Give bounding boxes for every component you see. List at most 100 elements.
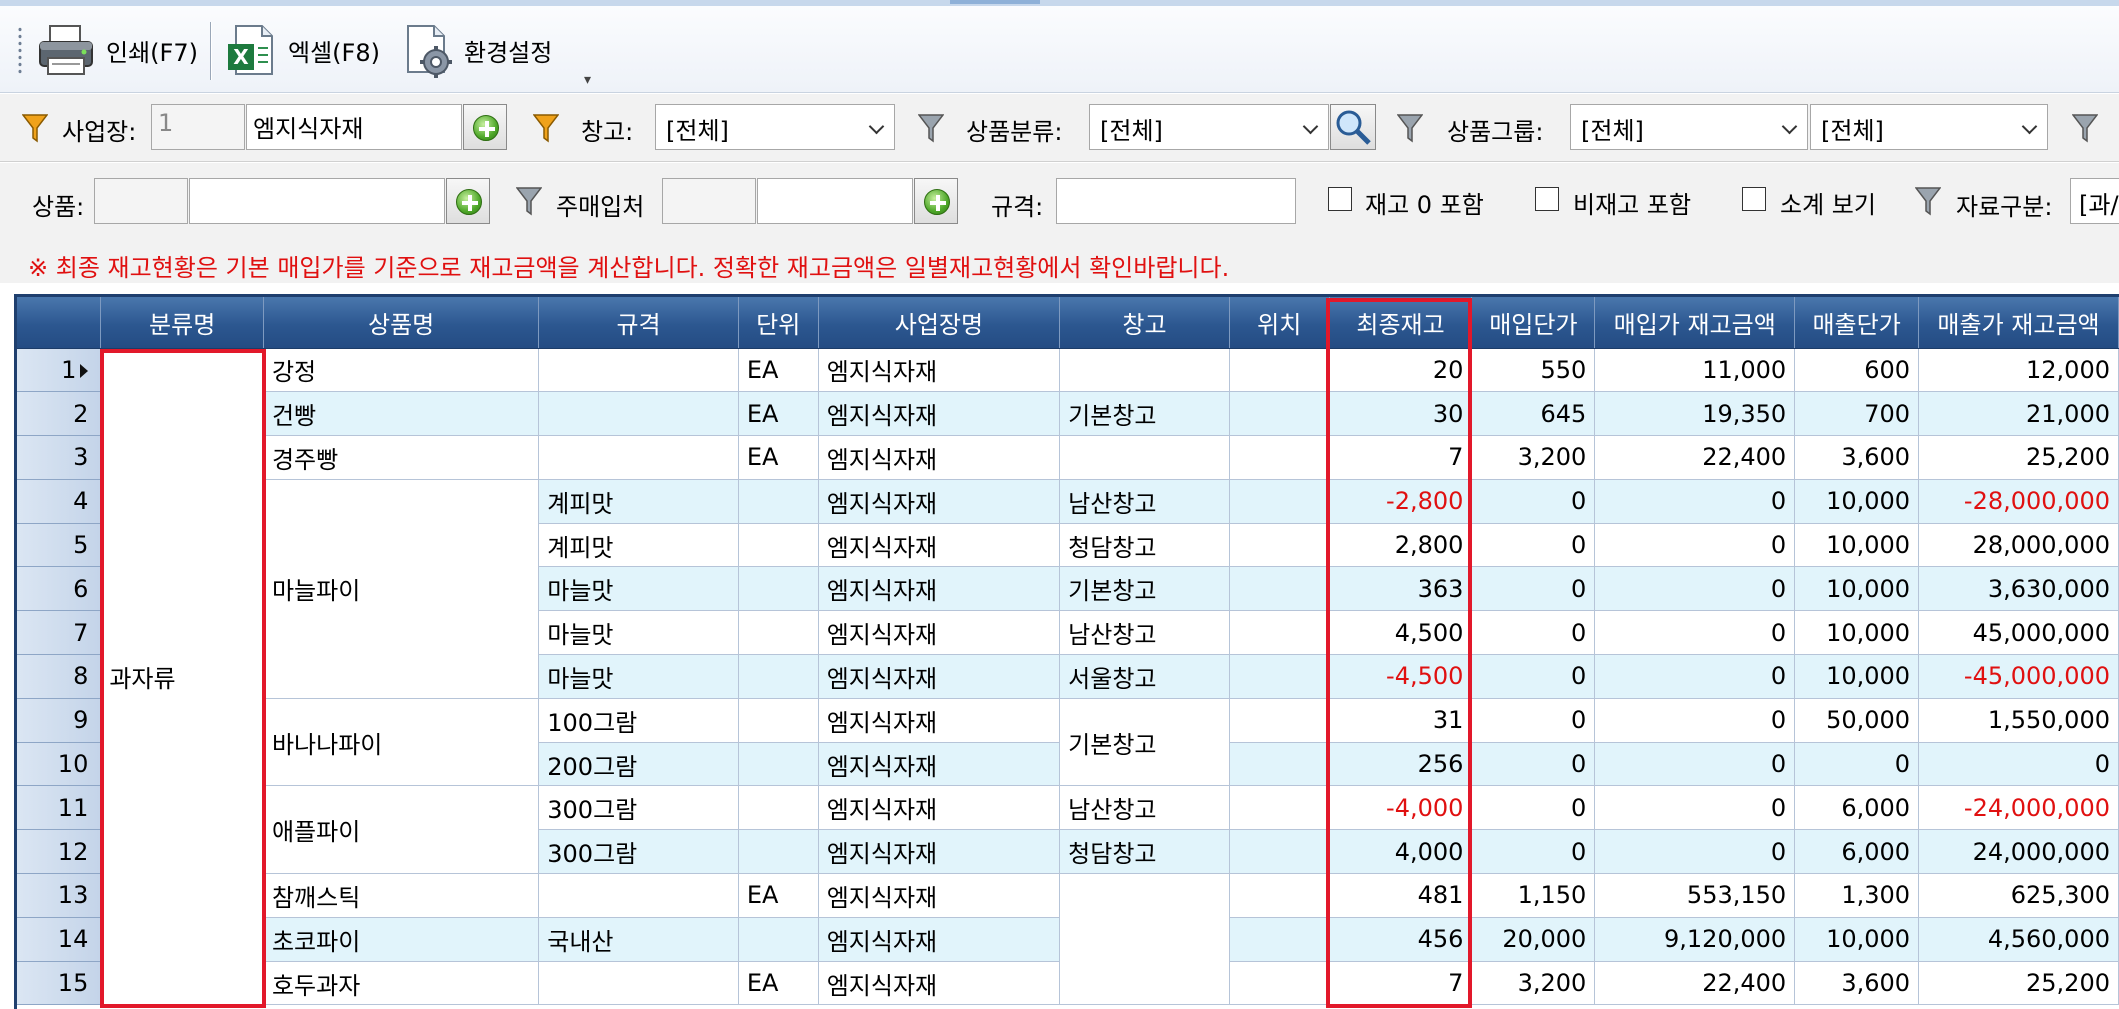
buy-amount-cell[interactable]: 19,350 [1594,391,1796,437]
warehouse-cell[interactable]: 청담창고 [1059,523,1230,568]
group-select-1[interactable]: [전체] [1570,104,1808,150]
unit-cell[interactable] [738,654,819,699]
buy-amount-cell[interactable]: 0 [1594,610,1796,656]
buy-price-cell[interactable]: 0 [1471,742,1596,787]
location-cell[interactable] [1229,654,1330,699]
category-select[interactable]: [전체] [1089,104,1329,150]
unit-cell[interactable]: EA [738,348,819,393]
final-stock-cell[interactable]: 4,500 [1329,610,1473,656]
final-stock-cell[interactable]: 481 [1329,873,1473,918]
buy-amount-cell[interactable]: 11,000 [1594,348,1796,393]
unit-cell[interactable]: EA [738,961,819,1006]
buy-price-cell[interactable]: 0 [1471,654,1596,699]
col-header[interactable]: 매입가 재고금액 [1594,297,1796,349]
col-header[interactable]: 상품명 [263,297,540,349]
spec-cell[interactable]: 마늘맛 [538,654,739,699]
final-stock-cell[interactable]: -2,800 [1329,479,1473,524]
sell-amount-cell[interactable]: 3,630,000 [1918,566,2119,612]
spec-cell[interactable]: 국내산 [538,917,739,962]
warehouse-cell[interactable] [1059,873,1230,1006]
warehouse-cell[interactable]: 서울창고 [1059,654,1230,699]
spec-cell[interactable]: 마늘맛 [538,566,739,612]
spec-cell[interactable]: 계피맛 [538,523,739,568]
spec-cell[interactable] [538,435,739,480]
final-stock-cell[interactable]: 30 [1329,391,1473,437]
final-stock-cell[interactable]: -4,000 [1329,785,1473,831]
warehouse-select[interactable]: [전체] [655,104,895,150]
col-header[interactable]: 최종재고 [1329,297,1473,349]
col-header[interactable]: 매출단가 [1794,297,1920,349]
warehouse-cell[interactable]: 기본창고 [1059,391,1230,437]
row-number[interactable]: 12 [17,829,102,875]
row-number[interactable]: 15 [17,961,102,1006]
table-row[interactable]: 3 경주빵 EA 엠지식자재 7 3,200 22,400 3,600 25,200 [17,435,2119,480]
toolbar-overflow-icon[interactable]: ▾ [584,72,591,88]
site-cell[interactable]: 엠지식자재 [818,566,1061,612]
sell-amount-cell[interactable]: 625,300 [1918,873,2119,918]
sell-price-cell[interactable]: 1,300 [1794,873,1920,918]
row-number[interactable]: 11 [17,785,102,831]
final-stock-cell[interactable]: 2,800 [1329,523,1473,568]
sell-amount-cell[interactable]: -45,000,000 [1918,654,2119,699]
row-number[interactable]: 1 [17,348,102,393]
product-name-cell[interactable]: 마늘파이 [263,479,540,699]
row-number[interactable]: 3 [17,435,102,480]
product-name-cell[interactable]: 참깨스틱 [263,873,540,918]
location-cell[interactable] [1229,917,1330,962]
site-code-input[interactable]: 1 [151,104,245,150]
location-cell[interactable] [1229,391,1330,437]
product-name-input[interactable] [189,178,445,224]
buy-price-cell[interactable]: 550 [1471,348,1596,393]
sell-price-cell[interactable]: 10,000 [1794,917,1920,962]
sell-amount-cell[interactable]: 25,200 [1918,435,2119,480]
sell-price-cell[interactable]: 600 [1794,348,1920,393]
col-header[interactable]: 매출가 재고금액 [1918,297,2119,349]
final-stock-cell[interactable]: 4,000 [1329,829,1473,875]
toolbar-grip[interactable] [17,26,23,76]
unit-cell[interactable] [738,566,819,612]
warehouse-cell[interactable]: 청담창고 [1059,829,1230,875]
sell-amount-cell[interactable]: 4,560,000 [1918,917,2119,962]
product-code-input[interactable] [94,178,188,224]
warehouse-cell[interactable]: 남산창고 [1059,610,1230,656]
row-number[interactable]: 9 [17,698,102,743]
col-header[interactable]: 사업장명 [818,297,1061,349]
final-stock-cell[interactable]: 363 [1329,566,1473,612]
row-number[interactable]: 8 [17,654,102,699]
site-cell[interactable]: 엠지식자재 [818,742,1061,787]
row-number[interactable]: 4 [17,479,102,524]
category-cell[interactable]: 과자류 [100,348,264,1006]
sell-price-cell[interactable]: 10,000 [1794,610,1920,656]
unit-cell[interactable]: EA [738,873,819,918]
unit-cell[interactable] [738,829,819,875]
location-cell[interactable] [1229,698,1330,743]
final-stock-cell[interactable]: 31 [1329,698,1473,743]
spec-cell[interactable]: 300그람 [538,829,739,875]
product-name-cell[interactable]: 강정 [263,348,540,393]
location-cell[interactable] [1229,742,1330,787]
data-type-select[interactable]: [과/ [2070,178,2119,224]
unit-cell[interactable] [738,785,819,831]
buy-price-cell[interactable]: 0 [1471,523,1596,568]
product-add-button[interactable] [446,178,490,224]
location-cell[interactable] [1229,523,1330,568]
sell-amount-cell[interactable]: 12,000 [1918,348,2119,393]
supplier-code-input[interactable] [662,178,756,224]
buy-amount-cell[interactable]: 0 [1594,829,1796,875]
sell-price-cell[interactable]: 10,000 [1794,479,1920,524]
sell-price-cell[interactable]: 10,000 [1794,523,1920,568]
site-cell[interactable]: 엠지식자재 [818,917,1061,962]
site-cell[interactable]: 엠지식자재 [818,829,1061,875]
buy-price-cell[interactable]: 3,200 [1471,961,1596,1006]
sell-amount-cell[interactable]: -24,000,000 [1918,785,2119,831]
sell-amount-cell[interactable]: 21,000 [1918,391,2119,437]
product-name-cell[interactable]: 호두과자 [263,961,540,1006]
sell-price-cell[interactable]: 3,600 [1794,961,1920,1006]
sell-amount-cell[interactable]: 45,000,000 [1918,610,2119,656]
site-cell[interactable]: 엠지식자재 [818,873,1061,918]
buy-amount-cell[interactable]: 0 [1594,566,1796,612]
buy-price-cell[interactable]: 0 [1471,698,1596,743]
buy-price-cell[interactable]: 0 [1471,610,1596,656]
col-header[interactable]: 매입단가 [1471,297,1596,349]
location-cell[interactable] [1229,610,1330,656]
